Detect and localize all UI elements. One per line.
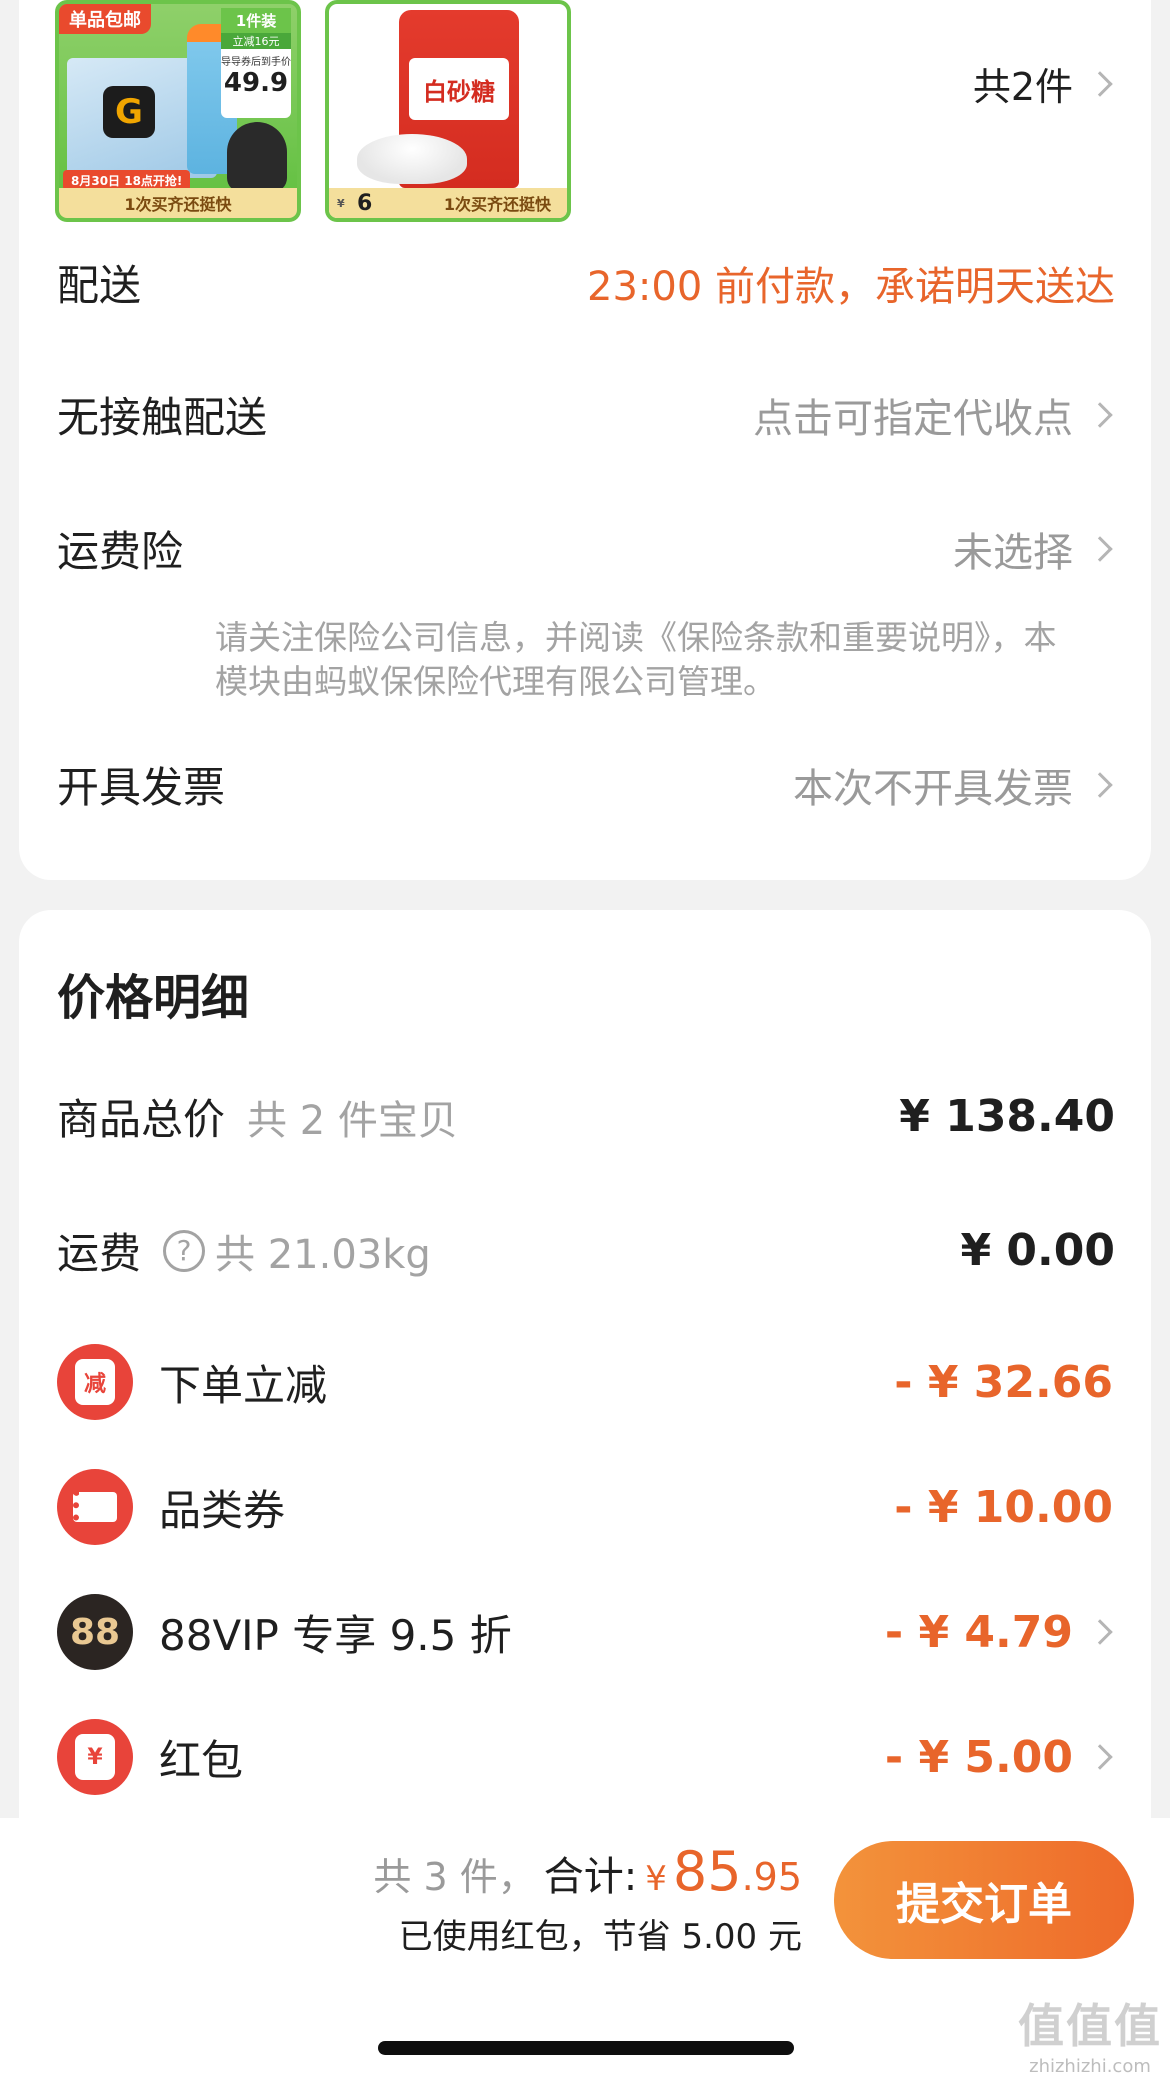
- total-amount-decimal: .95: [741, 1855, 802, 1899]
- invoice-value: 本次不开具发票: [793, 765, 1073, 812]
- goods-total-count: 共 2 件宝贝: [247, 1097, 458, 1144]
- discount-amount: - ¥ 5.00: [884, 1731, 1073, 1783]
- insurance-note: 请关注保险公司信息，并阅读《保险条款和重要说明》，本模块由蚂蚁保保险代理有限公司…: [215, 618, 1057, 701]
- discount-row-vip[interactable]: 88 88VIP 专享 9.5 折 - ¥ 4.79: [57, 1594, 1115, 1670]
- discount-amount-wrap: - ¥ 5.00: [885, 1732, 1115, 1783]
- discount-amount-wrap: - ¥ 4.79: [885, 1607, 1115, 1658]
- delivery-promise: 23:00 前付款，承诺明天送达: [587, 263, 1115, 310]
- discount-amount: - ¥ 32.66: [894, 1356, 1113, 1408]
- promo-strip: ¥ 6 1次买齐还挺快: [329, 188, 567, 218]
- price-detail-title: 价格明细: [57, 970, 250, 1026]
- vip88-icon: 88: [57, 1594, 133, 1670]
- insurance-value-wrap: 未选择: [953, 520, 1115, 578]
- total-item-count: 共 3 件，: [373, 1855, 536, 1899]
- ticket-shape: [73, 1492, 117, 1522]
- total-currency: ¥: [645, 1859, 667, 1899]
- mascot-image: [227, 122, 287, 192]
- item-count-link[interactable]: 共2件: [973, 56, 1115, 111]
- discount-amount: - ¥ 4.79: [884, 1606, 1073, 1658]
- shipping-insurance-row[interactable]: 运费险 未选择: [57, 518, 1115, 579]
- order-discount-icon-text: 减: [75, 1359, 115, 1405]
- order-card: 单品包邮 G 1件装 立减16元 导导券后到手价 49.9 8月30日 18点开…: [19, 0, 1151, 880]
- invoice-label: 开具发票: [57, 763, 226, 812]
- chevron-right-icon: [1087, 70, 1113, 97]
- watermark-logo: 值值值: [1018, 1999, 1162, 2053]
- discount-left: ¥ 红包: [57, 1719, 243, 1795]
- goods-total-amount: ¥ 138.40: [899, 1091, 1115, 1142]
- promo-price: 6: [357, 190, 373, 216]
- promo-strip-text: 1次买齐还挺快: [443, 195, 551, 214]
- discount-label: 红包: [159, 1735, 244, 1785]
- chevron-right-icon: [1087, 1744, 1113, 1770]
- goods-total-label: 商品总价: [57, 1095, 226, 1144]
- goods-total-row: 商品总价 共 2 件宝贝 ¥ 138.40: [57, 1086, 1115, 1147]
- price-detail-card: 价格明细 商品总价 共 2 件宝贝 ¥ 138.40 运费 ? 共 21.03k…: [19, 910, 1151, 1850]
- coupon-ticket-icon: [57, 1469, 133, 1545]
- promo-price-box: 1件装 立减16元 导导券后到手价 49.9: [221, 8, 291, 118]
- chevron-right-icon: [1087, 535, 1113, 562]
- sugar-bowl-image: [357, 134, 467, 184]
- goods-total-left: 商品总价 共 2 件宝贝: [57, 1086, 458, 1147]
- promo-head: 1件装: [221, 8, 291, 33]
- discount-row-coupon: 品类券 - ¥ 10.00: [57, 1469, 1115, 1545]
- sugar-bag-label: 白砂糖: [409, 58, 509, 120]
- shipping-fee-left: 运费 ? 共 21.03kg: [57, 1220, 431, 1281]
- contactless-value-wrap: 点击可指定代收点: [753, 386, 1115, 444]
- discount-left: 减 下单立减: [57, 1344, 327, 1420]
- help-icon[interactable]: ?: [163, 1229, 206, 1272]
- order-discount-icon: 减: [57, 1344, 133, 1420]
- contactless-delivery-row[interactable]: 无接触配送 点击可指定代收点: [57, 384, 1115, 445]
- discount-label: 品类券: [159, 1485, 286, 1535]
- discount-row-red-packet[interactable]: ¥ 红包 - ¥ 5.00: [57, 1719, 1115, 1795]
- discount-row-order: 减 下单立减 - ¥ 32.66: [57, 1344, 1115, 1420]
- total-label: 合计:: [543, 1854, 638, 1900]
- discount-left: 88 88VIP 专享 9.5 折: [57, 1594, 512, 1670]
- totals-line: 共 3 件， 合计: ¥ 85 .95: [373, 1840, 802, 1903]
- order-totals: 共 3 件， 合计: ¥ 85 .95 已使用红包，节省 5.00 元: [373, 1840, 802, 1958]
- shipping-fee-amount: ¥ 0.00: [960, 1225, 1116, 1276]
- watermark: 值值值 zhizhizhi.com: [1018, 1990, 1162, 2077]
- shipping-weight: 共 21.03kg: [215, 1231, 431, 1278]
- chevron-right-icon: [1087, 401, 1113, 428]
- free-shipping-tag: 单品包邮: [59, 4, 151, 34]
- delivery-label: 配送: [57, 261, 142, 310]
- promo-price-label: 导导券后到手价: [221, 57, 291, 68]
- watermark-url: zhizhizhi.com: [1029, 2056, 1151, 2077]
- shipping-fee-row: 运费 ? 共 21.03kg ¥ 0.00: [57, 1220, 1115, 1281]
- discount-left: 品类券: [57, 1469, 285, 1545]
- item-count-label: 共2件: [972, 65, 1073, 109]
- product-thumbnail-gatorade[interactable]: 单品包邮 G 1件装 立减16元 导导券后到手价 49.9 8月30日 18点开…: [55, 0, 301, 222]
- contactless-label: 无接触配送: [57, 393, 268, 442]
- delivery-row: 配送 23:00 前付款，承诺明天送达: [57, 252, 1115, 313]
- home-indicator[interactable]: [378, 2041, 794, 2055]
- promo-strip: 1次买齐还挺快: [59, 188, 297, 218]
- savings-note: 已使用红包，节省 5.00 元: [398, 1917, 802, 1957]
- discount-label: 下单立减: [159, 1360, 328, 1410]
- red-packet-icon-text: ¥: [75, 1734, 115, 1780]
- price-prefix: ¥: [337, 196, 345, 210]
- contactless-value: 点击可指定代收点: [753, 395, 1073, 442]
- total-amount-integer: 85: [672, 1840, 742, 1903]
- promo-price: 49.9: [223, 68, 289, 98]
- chevron-right-icon: [1087, 771, 1113, 798]
- product-thumbnail-sugar[interactable]: 白砂糖 ¥ 6 1次买齐还挺快: [325, 0, 571, 222]
- invoice-row[interactable]: 开具发票 本次不开具发票: [57, 754, 1115, 815]
- invoice-value-wrap: 本次不开具发票: [793, 756, 1115, 814]
- red-packet-icon: ¥: [57, 1719, 133, 1795]
- submit-order-button[interactable]: 提交订单: [834, 1841, 1134, 1959]
- insurance-value: 未选择: [953, 529, 1073, 576]
- discount-amount: - ¥ 10.00: [894, 1481, 1113, 1533]
- chevron-right-icon: [1087, 1619, 1113, 1645]
- discount-label: 88VIP 专享 9.5 折: [159, 1610, 512, 1660]
- insurance-label: 运费险: [57, 527, 184, 576]
- shipping-fee-label: 运费: [57, 1229, 142, 1278]
- promo-sub: 立减16元: [221, 33, 291, 49]
- brand-logo: G: [103, 86, 155, 138]
